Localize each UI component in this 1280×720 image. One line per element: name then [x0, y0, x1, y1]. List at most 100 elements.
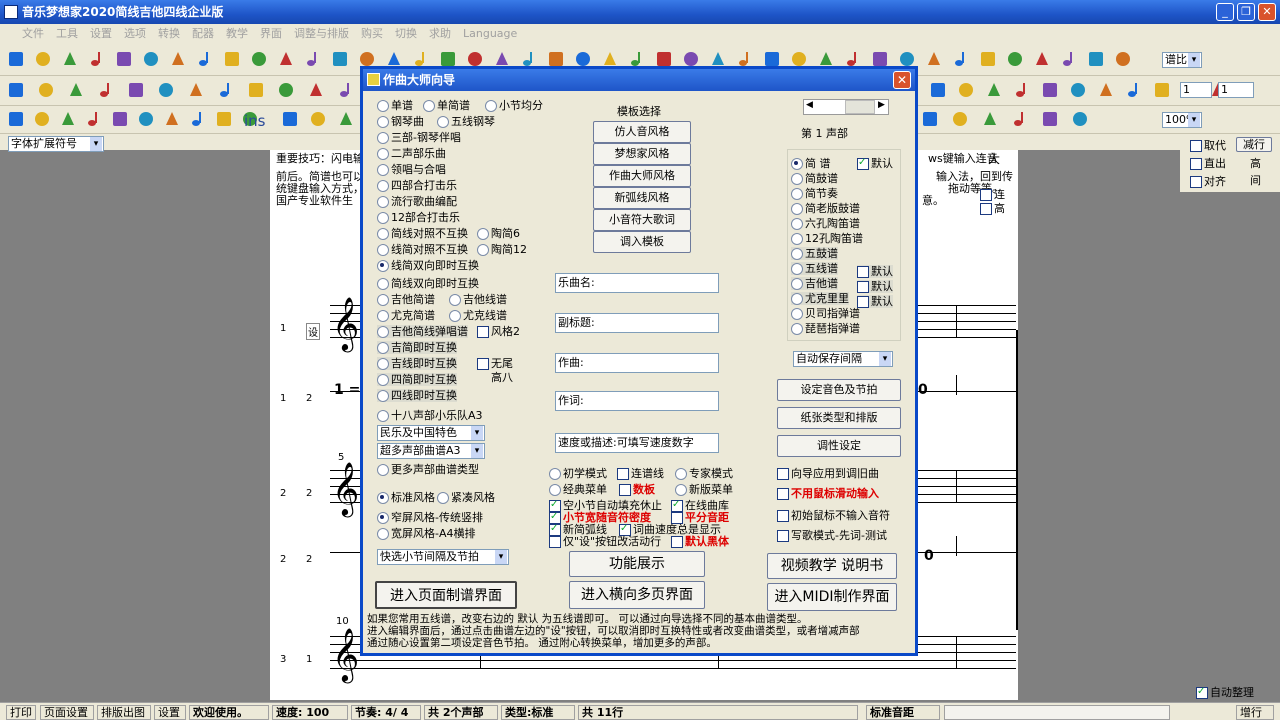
- menu-item-9[interactable]: 购买: [361, 27, 383, 40]
- toolbar-icon[interactable]: [336, 80, 356, 100]
- zoom-select[interactable]: 谱比: [1162, 52, 1202, 68]
- toolbar-icon[interactable]: [330, 49, 350, 69]
- radio-option-3[interactable]: 钢琴曲: [377, 115, 424, 128]
- radio-option-7[interactable]: 领唱与合唱: [377, 163, 446, 176]
- style-compact-radio[interactable]: 紧凑风格: [437, 491, 495, 504]
- right-check-3[interactable]: 写歌模式-先词-测试: [777, 529, 887, 542]
- toolbar-icon[interactable]: [308, 109, 328, 129]
- style-standard-radio[interactable]: 标准风格: [377, 491, 435, 504]
- zhichu-check[interactable]: 直出: [1190, 157, 1226, 170]
- mode-expert-radio[interactable]: 专家模式: [675, 467, 733, 480]
- toolbar-icon[interactable]: [1005, 49, 1025, 69]
- toolbar-icon[interactable]: [1010, 109, 1030, 129]
- legato-check[interactable]: 连谱线: [617, 467, 664, 480]
- radio-option-0[interactable]: 单谱: [377, 99, 413, 112]
- menu-item-0[interactable]: 文件: [22, 27, 44, 40]
- field-subtitle[interactable]: 副标题:: [555, 313, 719, 333]
- toolbar-icon[interactable]: [246, 80, 266, 100]
- new-menu-radio[interactable]: 新版菜单: [675, 483, 733, 496]
- ethnic-select[interactable]: 民乐及中国特色: [377, 425, 485, 441]
- field-tempo[interactable]: 速度或描述:可填写速度数字: [555, 433, 719, 453]
- toolbar-icon[interactable]: [188, 109, 208, 129]
- close-window-button[interactable]: ✕: [1258, 3, 1276, 21]
- toolbar-icon[interactable]: [920, 109, 940, 129]
- toolbar-icon[interactable]: [156, 80, 176, 100]
- toolbar-icon[interactable]: [84, 109, 104, 129]
- radio-option-5[interactable]: 三部-钢琴伴唱: [377, 131, 461, 144]
- toolbar-icon[interactable]: [58, 109, 78, 129]
- toolbar-icon[interactable]: [928, 80, 948, 100]
- autosave-select[interactable]: 自动保存间隔: [793, 351, 893, 367]
- radio-option-13[interactable]: 线简对照不互换: [377, 243, 468, 256]
- default-check-0[interactable]: 默认: [857, 156, 893, 170]
- default-check-2[interactable]: 默认: [857, 280, 893, 293]
- add-line-button[interactable]: 增行: [1236, 705, 1274, 720]
- dialog-close-button[interactable]: ✕: [893, 71, 911, 89]
- scroll-left-icon[interactable]: ◀: [806, 100, 813, 110]
- menu-item-1[interactable]: 工具: [56, 27, 78, 40]
- score-type-radio-3[interactable]: 简老版鼓谱: [791, 202, 860, 215]
- feature-demo-button[interactable]: 功能展示: [569, 551, 705, 577]
- print-layout-button[interactable]: 排版出图: [97, 705, 151, 720]
- score-type-radio-9[interactable]: 尤克里里: [791, 292, 849, 305]
- toolbar-icon[interactable]: [980, 109, 1000, 129]
- scroll-thumb[interactable]: [845, 100, 875, 114]
- num-field-2[interactable]: 1: [1218, 82, 1254, 98]
- radio-option-4[interactable]: 五线钢琴: [437, 115, 495, 128]
- toolbar-icon[interactable]: [6, 80, 26, 100]
- menu-item-2[interactable]: 设置: [90, 27, 112, 40]
- radio-option-10[interactable]: 12部合打击乐: [377, 211, 460, 224]
- toolbar-icon[interactable]: [276, 80, 296, 100]
- toolbar-icon[interactable]: [280, 109, 300, 129]
- right-check-2[interactable]: 初始鼠标不输入音符: [777, 509, 890, 522]
- quick-measure-select[interactable]: 快选小节间隔及节拍: [377, 549, 509, 565]
- toolbar-icon[interactable]: [303, 49, 323, 69]
- score-type-radio-2[interactable]: 简节奏: [791, 187, 838, 200]
- score-gao-check[interactable]: 高: [980, 202, 1005, 215]
- score-type-radio-6[interactable]: 五鼓谱: [791, 247, 838, 260]
- default-check-1[interactable]: 默认: [857, 265, 893, 278]
- menu-item-12[interactable]: Language: [463, 27, 517, 40]
- radio-option-27[interactable]: 更多声部曲谱类型: [377, 463, 479, 476]
- toolbar-icon[interactable]: [96, 80, 116, 100]
- classic-menu-radio[interactable]: 经典菜单: [549, 483, 607, 496]
- auto-arrange-check[interactable]: 自动整理: [1196, 685, 1254, 699]
- toolbar-icon[interactable]: [1096, 80, 1116, 100]
- template-button-5[interactable]: 调入模板: [593, 231, 691, 253]
- toolbar-icon[interactable]: [66, 80, 86, 100]
- radio-option-20[interactable]: 尤克线谱: [449, 309, 507, 322]
- template-button-3[interactable]: 新弧线风格: [593, 187, 691, 209]
- radio-option-12[interactable]: 陶简6: [477, 227, 520, 240]
- toolbar-icon[interactable]: [214, 109, 234, 129]
- field-lyricist[interactable]: 作词:: [555, 391, 719, 411]
- radio-option-14[interactable]: 陶简12: [477, 243, 527, 256]
- enter-midi-button[interactable]: 进入MIDI制作界面: [767, 583, 897, 611]
- layout-narrow-radio[interactable]: 窄屏风格-传统竖排: [377, 511, 483, 524]
- video-tutorial-button[interactable]: 视频教学 说明书: [767, 553, 897, 579]
- menu-item-5[interactable]: 配器: [192, 27, 214, 40]
- toolbar-icon[interactable]: [1032, 49, 1052, 69]
- toolbar-icon[interactable]: [186, 80, 206, 100]
- radio-option-19[interactable]: 尤克简谱: [377, 309, 435, 322]
- radio-option-21[interactable]: 吉他简线弹唱谱: [377, 325, 468, 338]
- radio-option-11[interactable]: 简线对照不互换: [377, 227, 468, 240]
- option-check-7[interactable]: 默认黑体: [671, 535, 729, 548]
- toolbar-icon[interactable]: [978, 49, 998, 69]
- menu-item-3[interactable]: 选项: [124, 27, 146, 40]
- toolbar-icon[interactable]: [951, 49, 971, 69]
- minimize-button[interactable]: _: [1216, 3, 1234, 21]
- toolbar-icon[interactable]: [276, 49, 296, 69]
- option-check-6[interactable]: 仅"设"按钮改活动行: [549, 535, 661, 548]
- toolbar-icon[interactable]: [1040, 80, 1060, 100]
- menu-item-11[interactable]: 求助: [429, 27, 451, 40]
- enter-page-editor-button[interactable]: 进入页面制谱界面: [375, 581, 517, 609]
- radio-option-2[interactable]: 小节均分: [485, 99, 543, 112]
- radio-option-18[interactable]: 吉他线谱: [449, 293, 507, 306]
- radio-option-22[interactable]: 吉简即时互换: [377, 341, 457, 354]
- score-type-radio-10[interactable]: 贝司指弹谱: [791, 307, 860, 320]
- default-check-3[interactable]: 默认: [857, 295, 893, 308]
- toolbar-icon[interactable]: [126, 80, 146, 100]
- toolbar-icon[interactable]: [136, 109, 156, 129]
- menu-item-8[interactable]: 调整与排版: [294, 27, 349, 40]
- toolbar-icon[interactable]: [195, 49, 215, 69]
